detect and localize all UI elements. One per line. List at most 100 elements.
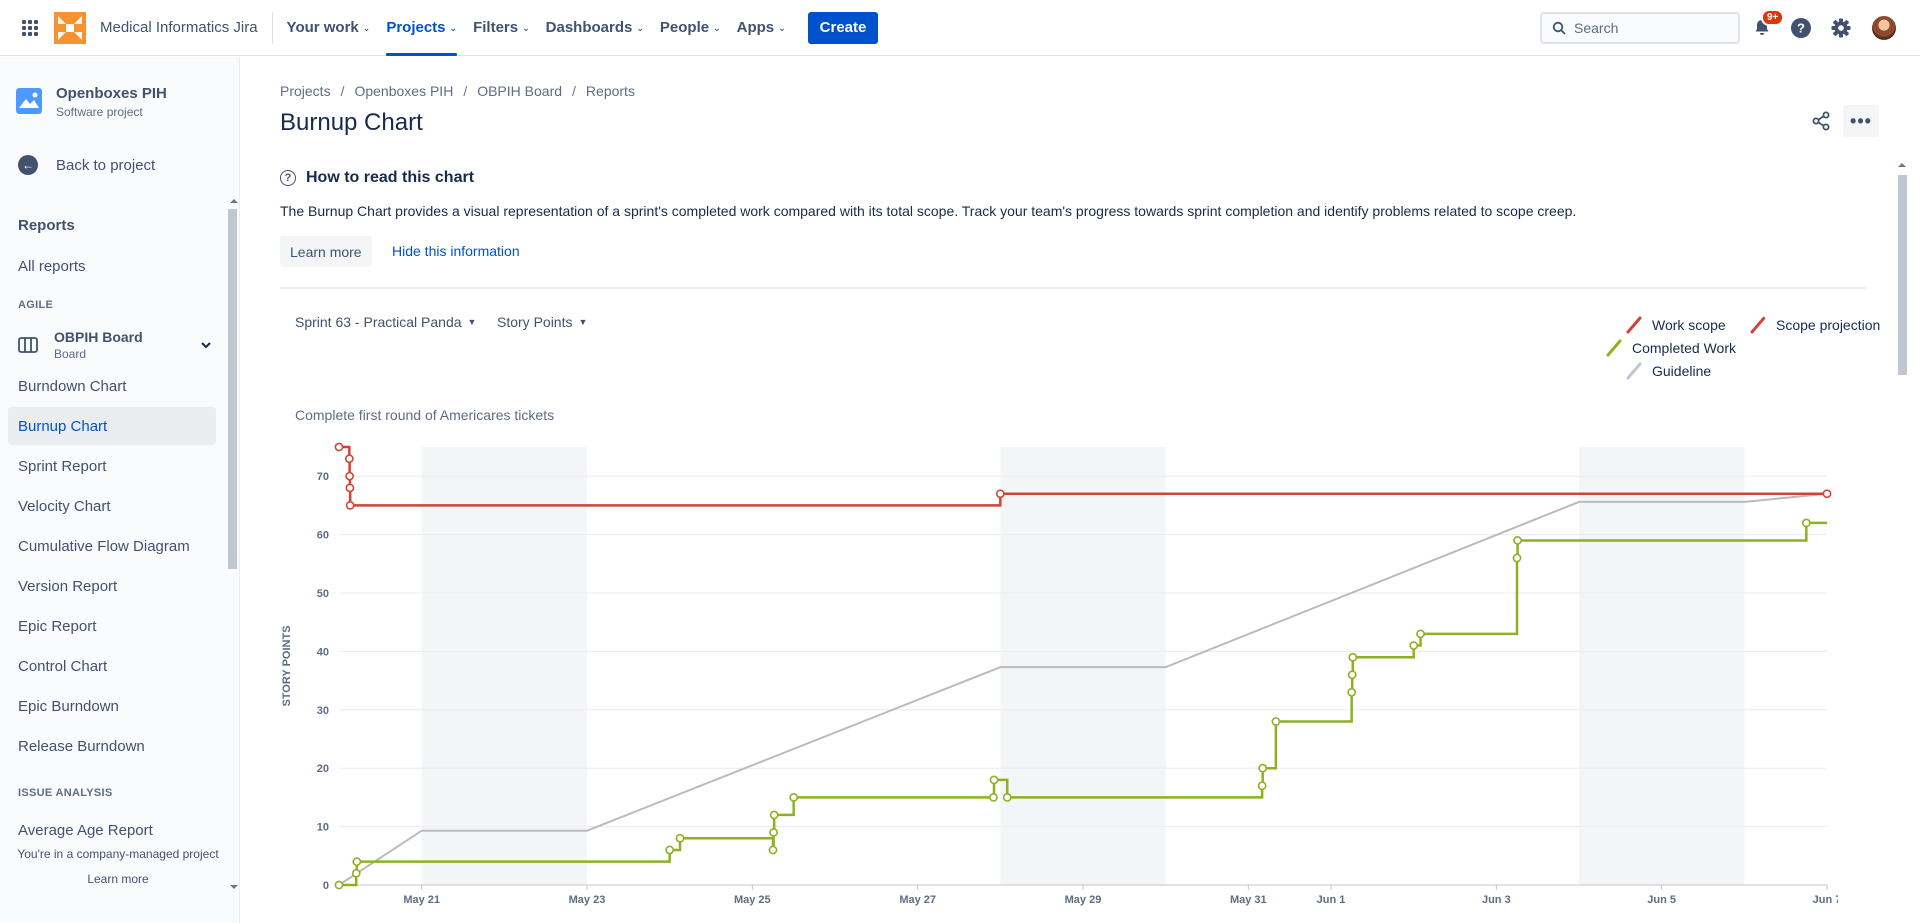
series-completed-work-point [1258, 763, 1268, 773]
legend-item-scope-projection[interactable]: Scope projection [1748, 316, 1880, 334]
legend-item-guideline[interactable]: Guideline [1624, 362, 1711, 380]
y-tick-label: 0 [323, 880, 329, 892]
breadcrumb-reports[interactable]: Reports [586, 83, 635, 99]
back-to-project-link[interactable]: ← Back to project [18, 155, 155, 175]
chevron-down-icon: ⌄ [713, 23, 721, 33]
nav-people[interactable]: People ⌄ [652, 0, 729, 56]
sidebar-scrollbar-thumb[interactable] [228, 209, 237, 569]
sprint-selector[interactable]: Sprint 63 - Practical Panda ▼ [295, 314, 476, 330]
series-completed-work-point [1801, 518, 1811, 528]
search-box[interactable] [1540, 12, 1740, 44]
y-tick-label: 60 [317, 530, 329, 542]
sidebar-item-sprint-report[interactable]: Sprint Report [8, 447, 216, 485]
breadcrumb-projects[interactable]: Projects [280, 83, 331, 99]
y-tick-label: 30 [317, 705, 329, 717]
nav-projects[interactable]: Projects ⌄ [378, 0, 465, 56]
help-icon[interactable]: ? [1786, 13, 1816, 43]
x-tick-label: Jun 5 [1647, 894, 1676, 906]
sidebar-item-velocity-chart[interactable]: Velocity Chart [8, 487, 216, 525]
sidebar-scrollbar[interactable] [226, 197, 238, 897]
x-tick-label: May 25 [734, 894, 771, 906]
legend-label: Guideline [1652, 363, 1712, 379]
nav-label: People [659, 19, 710, 36]
legend-item-work-scope[interactable]: Work scope [1624, 316, 1726, 334]
more-actions-button[interactable]: ••• [1843, 105, 1879, 137]
company-managed-note: You're in a company-managed project [17, 847, 219, 861]
footer-learn-more-link[interactable]: Learn more [0, 872, 236, 886]
board-icon [18, 337, 38, 353]
series-completed-work-point [1347, 670, 1357, 680]
sidebar-item-burnup-chart[interactable]: Burnup Chart [8, 407, 216, 445]
breadcrumb-board[interactable]: OBPIH Board [477, 83, 562, 99]
main-scrollbar-thumb[interactable] [1898, 175, 1907, 375]
nav-filters[interactable]: Filters ⌄ [465, 0, 538, 56]
sidebar-item-control-chart[interactable]: Control Chart [8, 647, 216, 685]
x-tick-label: Jun 1 [1317, 894, 1346, 906]
y-tick-label: 70 [317, 471, 329, 483]
nav-dashboards[interactable]: Dashboards ⌄ [538, 0, 652, 56]
y-axis-title: STORY POINTS [281, 625, 293, 706]
nav-label: Your work [286, 19, 359, 36]
site-name[interactable]: Medical Informatics Jira [100, 19, 258, 36]
search-input[interactable] [1574, 20, 1724, 36]
sidebar-item-all-reports[interactable]: All reports [8, 247, 216, 285]
nav-divider [271, 11, 273, 44]
sidebar-item-average-age-report[interactable]: Average Age Report [8, 811, 216, 849]
hide-information-link[interactable]: Hide this information [392, 243, 520, 259]
sidebar-item-release-burndown[interactable]: Release Burndown [8, 727, 216, 765]
chevron-down-icon: ⌄ [636, 23, 644, 33]
settings-gear-icon[interactable] [1826, 13, 1856, 43]
sidebar-item-cumulative-flow[interactable]: Cumulative Flow Diagram [8, 527, 216, 565]
top-navigation: Medical Informatics Jira Your work ⌄ Proj… [0, 0, 1920, 56]
nav-label: Projects [386, 19, 446, 36]
legend-item-completed-work[interactable]: Completed Work [1604, 339, 1736, 357]
project-header[interactable]: Openboxes PIH Software project [16, 85, 167, 119]
sprint-selector-label: Sprint 63 - Practical Panda [295, 314, 462, 330]
nav-your-work[interactable]: Your work ⌄ [279, 0, 379, 56]
app-switcher-icon[interactable] [10, 8, 50, 48]
user-avatar[interactable] [1872, 16, 1896, 40]
series-completed-work-point [768, 845, 778, 855]
nav-label: Filters [473, 19, 519, 36]
sidebar-item-epic-report[interactable]: Epic Report [8, 607, 216, 645]
nav-label: Dashboards [545, 19, 633, 36]
sidebar-item-epic-burndown[interactable]: Epic Burndown [8, 687, 216, 725]
sidebar-footer: You're in a company-managed project Lear… [0, 847, 236, 886]
agile-group-label: AGILE [18, 299, 54, 311]
board-selector[interactable]: OBPIH Board Board [18, 327, 212, 363]
learn-more-button[interactable]: Learn more [280, 236, 372, 267]
series-completed-work-point [665, 845, 675, 855]
chevron-down-icon [201, 342, 211, 349]
series-completed-work-point [1002, 792, 1012, 802]
share-button[interactable] [1805, 105, 1837, 137]
create-button[interactable]: Create [807, 11, 879, 44]
sidebar-item-burndown-chart[interactable]: Burndown Chart [8, 367, 216, 405]
series-completed-work-point [352, 857, 362, 867]
notifications-bell-icon[interactable]: 9+ [1747, 9, 1785, 43]
sidebar-item-version-report[interactable]: Version Report [8, 567, 216, 605]
series-work-scope-point [334, 442, 344, 452]
info-title-text: How to read this chart [306, 169, 475, 186]
chevron-down-icon: ⌄ [522, 23, 530, 33]
y-tick-label: 50 [317, 588, 329, 600]
y-tick-label: 10 [317, 822, 329, 834]
series-completed-work-point [1271, 717, 1281, 726]
scroll-up-icon[interactable] [1896, 161, 1908, 169]
breadcrumb-project[interactable]: Openboxes PIH [354, 83, 453, 99]
breadcrumb-separator: / [340, 83, 345, 99]
series-completed-work-point [769, 828, 778, 837]
chevron-down-icon: ⌄ [449, 23, 458, 33]
legend-line-icon [1626, 362, 1642, 380]
arrow-left-icon: ← [18, 155, 38, 175]
series-completed-work-point [675, 833, 685, 843]
sidebar: Openboxes PIH Software project ← Back to… [0, 57, 240, 923]
estimation-selector[interactable]: Story Points ▼ [497, 314, 587, 330]
nav-apps[interactable]: Apps ⌄ [729, 0, 794, 56]
question-circle-icon: ? [280, 170, 296, 186]
site-logo-icon[interactable] [54, 11, 86, 44]
scroll-up-icon[interactable] [228, 197, 240, 205]
caret-down-icon: ▼ [578, 317, 588, 327]
info-section-title: ? How to read this chart [280, 169, 474, 187]
project-name: Openboxes PIH [56, 85, 167, 102]
main-scrollbar[interactable] [1895, 161, 1909, 923]
